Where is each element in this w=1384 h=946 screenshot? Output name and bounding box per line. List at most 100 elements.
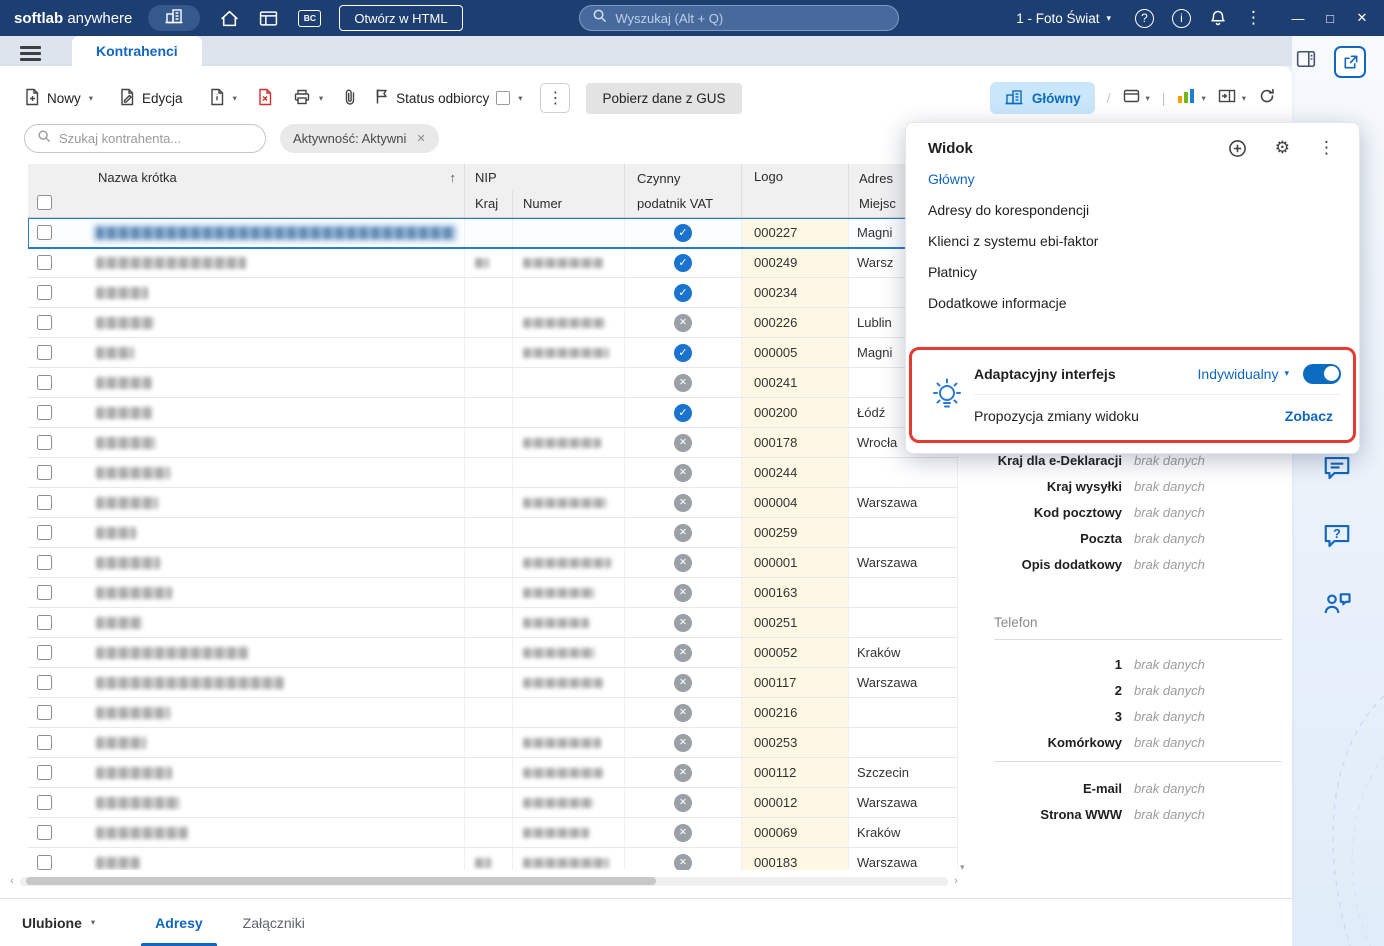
view-popup-menu-icon[interactable]: ⋮ [1318, 138, 1335, 158]
column-header-numer[interactable]: Numer [513, 190, 625, 217]
view-option[interactable]: Klienci z systemu ebi-faktor [906, 226, 1359, 257]
row-checkbox[interactable] [37, 375, 52, 390]
table-row[interactable]: ✕ 000241 [28, 368, 958, 398]
catalog-button[interactable] [259, 10, 278, 27]
maximize-button[interactable]: □ [1314, 11, 1346, 26]
notifications-icon[interactable] [1209, 9, 1227, 27]
scrollbar-track[interactable] [20, 876, 948, 886]
active-module-button[interactable] [148, 5, 201, 31]
column-header-vat[interactable]: Czynny podatnik VAT [625, 164, 742, 217]
comments-icon[interactable] [1322, 454, 1352, 487]
gus-button[interactable]: Pobierz dane z GUS [586, 82, 742, 114]
activity-filter-chip[interactable]: Aktywność: Aktywni ✕ [280, 124, 439, 153]
recipient-status-button[interactable]: Status odbiorcy ▾ [375, 88, 522, 108]
row-checkbox[interactable] [37, 315, 52, 330]
table-row[interactable]: ✕ 000012 Warszawa [28, 788, 958, 818]
row-checkbox[interactable] [37, 555, 52, 570]
menu-icon[interactable] [20, 43, 41, 64]
table-row[interactable]: ✕ 000183 Warszawa [28, 848, 958, 870]
view-option[interactable]: Dodatkowe informacje [906, 288, 1359, 319]
global-search-input[interactable] [615, 10, 887, 26]
column-header-nazwa[interactable]: Nazwa krótka ↑ [88, 164, 465, 217]
table-row[interactable]: ✕ 000001 Warszawa [28, 548, 958, 578]
row-checkbox[interactable] [37, 615, 52, 630]
row-checkbox[interactable] [37, 705, 52, 720]
row-checkbox[interactable] [37, 285, 52, 300]
edit-button[interactable]: Edycja [119, 88, 183, 109]
row-checkbox[interactable] [37, 795, 52, 810]
table-row[interactable]: ✕ 000052 Kraków [28, 638, 958, 668]
row-checkbox[interactable] [37, 585, 52, 600]
table-row[interactable]: ✕ 000216 [28, 698, 958, 728]
open-in-html-button[interactable]: Otwórz w HTML [339, 5, 463, 31]
home-button[interactable] [220, 10, 239, 27]
close-button[interactable]: ✕ [1346, 10, 1378, 26]
table-row[interactable]: ✕ 000251 [28, 608, 958, 638]
row-checkbox[interactable] [37, 255, 52, 270]
scroll-right-icon[interactable]: › [950, 875, 962, 887]
remove-filter-icon[interactable]: ✕ [416, 132, 425, 145]
view-option[interactable]: Główny [906, 164, 1359, 195]
tab-kontrahenci[interactable]: Kontrahenci [72, 36, 202, 66]
row-checkbox[interactable] [37, 855, 52, 870]
toolbar-more-button[interactable]: ⋮ [540, 83, 571, 113]
table-row[interactable]: ✕ 000112 Szczecin [28, 758, 958, 788]
table-row[interactable]: ✓ 000234 [28, 278, 958, 308]
recipient-status-checkbox[interactable] [496, 91, 511, 105]
row-checkbox[interactable] [37, 675, 52, 690]
table-row[interactable]: ✕ 000259 [28, 518, 958, 548]
table-row[interactable]: ✕ 000226 Lublin [28, 308, 958, 338]
see-proposal-link[interactable]: Zobacz [1285, 408, 1333, 424]
adaptive-toggle[interactable] [1303, 363, 1341, 384]
row-checkbox[interactable] [37, 495, 52, 510]
table-row[interactable]: ✕ 000178 Wrocła [28, 428, 958, 458]
document-info-button[interactable]: ▾ [209, 88, 237, 109]
bottom-tab[interactable]: Załączniki [223, 899, 325, 946]
bc-module-button[interactable]: BC [298, 9, 322, 27]
row-checkbox[interactable] [37, 465, 52, 480]
bottom-tab[interactable]: Adresy [135, 899, 223, 946]
column-header-kraj[interactable]: Kraj [465, 190, 513, 217]
column-header-logo[interactable]: Logo [742, 164, 849, 217]
sort-ascending-icon[interactable]: ↑ [450, 170, 457, 185]
info-icon[interactable]: i [1172, 8, 1191, 28]
table-row[interactable]: ✓ 000005 Magni [28, 338, 958, 368]
settings-gear-icon[interactable]: ⚙ [1275, 138, 1290, 158]
print-button[interactable]: ▾ [293, 89, 323, 108]
table-row[interactable]: ✓ 000249 Warsz [28, 248, 958, 278]
table-row[interactable]: ✓ 000200 Łódź [28, 398, 958, 428]
horizontal-scrollbar[interactable]: ‹ › [6, 874, 962, 888]
adaptive-mode-dropdown[interactable]: Indywidualny ▾ [1198, 366, 1289, 382]
help-icon[interactable]: ? [1135, 8, 1154, 28]
row-checkbox[interactable] [37, 825, 52, 840]
add-view-icon[interactable] [1228, 139, 1247, 158]
attachments-button[interactable] [343, 88, 357, 109]
company-selector[interactable]: 1 - Foto Świat ▾ [1016, 11, 1111, 26]
row-checkbox[interactable] [37, 435, 52, 450]
row-checkbox[interactable] [37, 405, 52, 420]
table-row[interactable]: ✕ 000244 [28, 458, 958, 488]
table-row[interactable]: ✕ 000163 [28, 578, 958, 608]
row-checkbox[interactable] [37, 225, 52, 240]
row-checkbox[interactable] [37, 525, 52, 540]
row-checkbox[interactable] [37, 765, 52, 780]
new-button[interactable]: Nowy ▾ [24, 88, 93, 109]
row-checkbox[interactable] [37, 645, 52, 660]
favorites-dropdown[interactable]: Ulubione ▾ [22, 899, 95, 946]
contractor-search-input[interactable] [59, 131, 253, 146]
view-option[interactable]: Adresy do korespondencji [906, 195, 1359, 226]
table-row[interactable]: ✕ 000117 Warszawa [28, 668, 958, 698]
table-row[interactable]: ✓ 000227 Magni [28, 218, 958, 249]
table-row[interactable]: ✕ 000069 Kraków [28, 818, 958, 848]
table-row[interactable]: ✕ 000253 [28, 728, 958, 758]
expert-chat-icon[interactable] [1322, 589, 1352, 622]
view-option[interactable]: Płatnicy [906, 257, 1359, 288]
topbar-menu-icon[interactable]: ⋮ [1245, 8, 1262, 28]
table-row[interactable]: ✕ 000004 Warszawa [28, 488, 958, 518]
row-checkbox[interactable] [37, 345, 52, 360]
pin-panel-icon[interactable] [1296, 50, 1316, 73]
row-checkbox[interactable] [37, 735, 52, 750]
share-panel-button[interactable] [1334, 46, 1366, 78]
scroll-down-icon[interactable]: ▾ [960, 862, 965, 873]
column-header-nip[interactable]: NIP [465, 164, 625, 190]
